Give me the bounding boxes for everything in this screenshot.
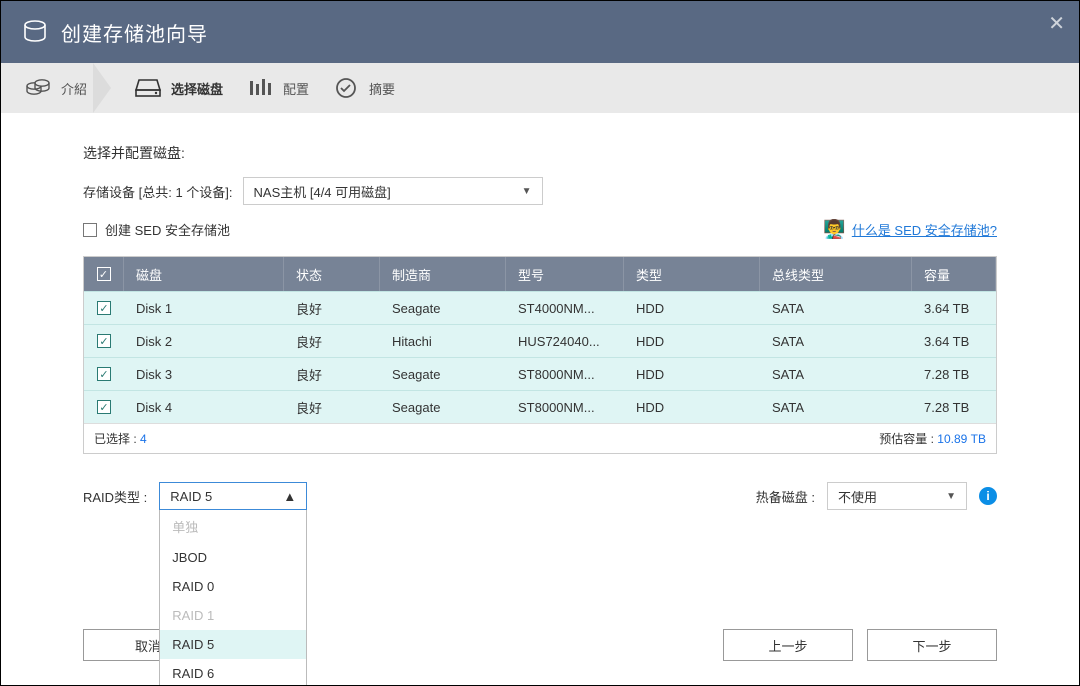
disk-table: ✓ 磁盘 状态 制造商 型号 类型 总线类型 容量 ✓Disk 1良好Seaga… — [83, 256, 997, 454]
table-row[interactable]: ✓ Disk 4良好SeagateST8000NM...HDDSATA7.28 T… — [84, 390, 996, 423]
cell-mfr: Hitachi — [380, 325, 506, 357]
step-intro[interactable]: 介紹 — [25, 77, 87, 99]
raid-type-select[interactable]: RAID 5 ▲ — [159, 482, 307, 510]
table-row[interactable]: ✓ Disk 2良好HitachiHUS724040...HDDSATA3.64 … — [84, 324, 996, 357]
step-bar: 介紹 选择磁盘 配置 摘要 — [1, 63, 1079, 113]
device-select[interactable]: NAS主机 [4/4 可用磁盘] ▼ — [243, 177, 543, 205]
cell-cap: 7.28 TB — [912, 358, 996, 390]
cell-disk: Disk 2 — [124, 325, 284, 357]
cell-type: HDD — [624, 325, 760, 357]
step-arrow — [93, 63, 111, 113]
cell-cap: 7.28 TB — [912, 391, 996, 423]
cell-mfr: Seagate — [380, 358, 506, 390]
spare-select[interactable]: 不使用 ▼ — [827, 482, 967, 510]
close-icon[interactable]: ✕ — [1048, 11, 1065, 36]
step-label: 介紹 — [61, 79, 87, 98]
sed-checkbox[interactable] — [83, 223, 97, 237]
raid-option[interactable]: RAID 0 — [160, 572, 306, 601]
selected-label: 已选择 : — [94, 432, 140, 446]
step-select-disk[interactable]: 选择磁盘 — [135, 77, 223, 99]
cell-model: ST4000NM... — [506, 292, 624, 324]
raid-option[interactable]: RAID 6 — [160, 659, 306, 686]
row-checkbox[interactable]: ✓ — [97, 400, 111, 414]
cell-disk: Disk 4 — [124, 391, 284, 423]
step-configure[interactable]: 配置 — [247, 77, 309, 99]
th-status[interactable]: 状态 — [284, 257, 380, 291]
th-model[interactable]: 型号 — [506, 257, 624, 291]
step-label: 摘要 — [369, 79, 395, 98]
th-mfr[interactable]: 制造商 — [380, 257, 506, 291]
step-label: 配置 — [283, 79, 309, 98]
cell-status: 良好 — [284, 358, 380, 390]
cell-model: ST8000NM... — [506, 358, 624, 390]
check-circle-icon — [333, 77, 359, 99]
cell-bus: SATA — [760, 292, 912, 324]
table-row[interactable]: ✓ Disk 3良好SeagateST8000NM...HDDSATA7.28 T… — [84, 357, 996, 390]
cell-disk: Disk 3 — [124, 358, 284, 390]
chevron-up-icon: ▲ — [283, 489, 296, 504]
row-checkbox[interactable]: ✓ — [97, 367, 111, 381]
device-select-value: NAS主机 [4/4 可用磁盘] — [254, 182, 391, 201]
select-all-checkbox[interactable]: ✓ — [97, 267, 111, 281]
cell-cap: 3.64 TB — [912, 292, 996, 324]
step-summary[interactable]: 摘要 — [333, 77, 395, 99]
table-header: ✓ 磁盘 状态 制造商 型号 类型 总线类型 容量 — [84, 257, 996, 291]
cell-bus: SATA — [760, 391, 912, 423]
raid-option[interactable]: JBOD — [160, 543, 306, 572]
cell-model: HUS724040... — [506, 325, 624, 357]
titlebar: 创建存储池向导 ✕ — [1, 1, 1079, 63]
raid-type-dropdown: 单独JBODRAID 0RAID 1RAID 5RAID 6RAID 10 — [159, 510, 307, 686]
disks-icon — [25, 77, 51, 99]
cell-mfr: Seagate — [380, 292, 506, 324]
raid-option[interactable]: RAID 5 — [160, 630, 306, 659]
raid-type-label: RAID类型 : — [83, 487, 147, 506]
th-disk[interactable]: 磁盘 — [124, 257, 284, 291]
th-type[interactable]: 类型 — [624, 257, 760, 291]
chevron-down-icon: ▼ — [946, 491, 956, 502]
chevron-down-icon: ▼ — [522, 186, 532, 197]
raid-type-value: RAID 5 — [170, 489, 212, 504]
cell-cap: 3.64 TB — [912, 325, 996, 357]
cell-status: 良好 — [284, 391, 380, 423]
cell-status: 良好 — [284, 325, 380, 357]
window-title: 创建存储池向导 — [61, 18, 208, 47]
cell-type: HDD — [624, 358, 760, 390]
cell-type: HDD — [624, 292, 760, 324]
next-button[interactable]: 下一步 — [867, 629, 997, 661]
device-label: 存储设备 [总共: 1 个设备]: — [83, 182, 233, 201]
est-label: 预估容量 : — [879, 432, 937, 446]
drive-icon — [135, 77, 161, 99]
sed-help-link[interactable]: 什么是 SED 安全存储池? — [852, 220, 997, 239]
th-cap[interactable]: 容量 — [912, 257, 996, 291]
th-bus[interactable]: 总线类型 — [760, 257, 912, 291]
table-footer: 已选择 : 4 预估容量 : 10.89 TB — [84, 423, 996, 453]
spare-value: 不使用 — [838, 487, 877, 506]
raid-option: RAID 1 — [160, 601, 306, 630]
cell-disk: Disk 1 — [124, 292, 284, 324]
row-checkbox[interactable]: ✓ — [97, 334, 111, 348]
raid-option: 单独 — [160, 510, 306, 543]
cell-model: ST8000NM... — [506, 391, 624, 423]
help-avatar-icon: 👨‍🏫 — [823, 219, 845, 240]
table-row[interactable]: ✓ Disk 1良好SeagateST4000NM...HDDSATA3.64 T… — [84, 291, 996, 324]
est-value: 10.89 TB — [937, 432, 986, 446]
step-label: 选择磁盘 — [171, 79, 223, 98]
storage-pool-icon — [21, 17, 49, 48]
info-icon[interactable]: i — [979, 487, 997, 505]
cell-bus: SATA — [760, 358, 912, 390]
section-heading: 选择并配置磁盘: — [83, 143, 997, 163]
cell-bus: SATA — [760, 325, 912, 357]
table-body: ✓Disk 1良好SeagateST4000NM...HDDSATA3.64 T… — [84, 291, 996, 423]
cell-status: 良好 — [284, 292, 380, 324]
sliders-icon — [247, 77, 273, 99]
spare-label: 热备磁盘 : — [756, 487, 815, 506]
content-area: 选择并配置磁盘: 存储设备 [总共: 1 个设备]: NAS主机 [4/4 可用… — [1, 113, 1079, 685]
sed-label: 创建 SED 安全存储池 — [105, 220, 230, 239]
wizard-window: 创建存储池向导 ✕ 介紹 选择磁盘 配置 摘要 选择并配置磁盘: 存储设备 [总… — [0, 0, 1080, 686]
cell-mfr: Seagate — [380, 391, 506, 423]
selected-count: 4 — [140, 432, 147, 446]
row-checkbox[interactable]: ✓ — [97, 301, 111, 315]
cell-type: HDD — [624, 391, 760, 423]
prev-button[interactable]: 上一步 — [723, 629, 853, 661]
